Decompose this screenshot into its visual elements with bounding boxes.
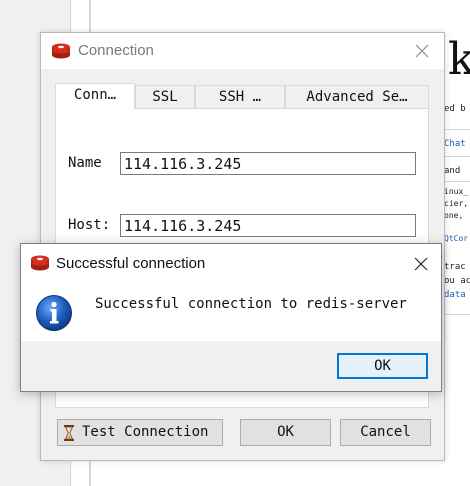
cancel-button[interactable]: Cancel [340, 419, 431, 446]
test-connection-button[interactable]: Test Connection [57, 419, 223, 446]
background-text-line: and [444, 166, 461, 176]
tab-ssl[interactable]: SSL [135, 85, 195, 108]
background-link[interactable]: Chat [444, 139, 466, 150]
message-text: Successful connection to redis-server [95, 296, 407, 312]
tab-connection[interactable]: Conn… [55, 83, 135, 109]
message-titlebar[interactable]: Successful connection [21, 244, 441, 284]
background-text-line: ou ac [444, 276, 470, 286]
message-ok-button[interactable]: OK [337, 353, 428, 379]
tab-ssh[interactable]: SSH … [195, 85, 285, 108]
background-text-line: cier, [444, 199, 469, 208]
background-divider [444, 129, 470, 130]
close-icon[interactable] [409, 252, 433, 276]
background-text-line: trac [444, 262, 466, 272]
success-message-dialog: Successful connection Successful connect… [20, 243, 442, 392]
background-text-line: one, [444, 211, 464, 220]
host-label: Host: [68, 217, 111, 233]
connection-title: Connection [78, 42, 154, 59]
background-link[interactable]: data [444, 290, 466, 301]
redis-icon [52, 43, 70, 59]
close-icon[interactable] [410, 39, 434, 63]
redis-icon [31, 255, 49, 271]
message-title: Successful connection [56, 255, 206, 272]
connection-titlebar[interactable]: Connection [41, 33, 444, 69]
info-icon [36, 295, 72, 331]
background-divider [444, 314, 470, 315]
host-input[interactable] [120, 214, 416, 237]
background-link[interactable]: QtCor [444, 234, 468, 244]
background-divider [444, 156, 470, 157]
name-label: Name [68, 155, 102, 171]
ok-button[interactable]: OK [240, 419, 331, 446]
background-heading: k [448, 34, 470, 85]
tab-advanced-settings[interactable]: Advanced Se… [285, 85, 429, 108]
background-divider [444, 181, 470, 182]
background-text-line: ed b [444, 104, 466, 114]
test-connection-label: Test Connection [82, 424, 209, 440]
background-text-line: inux_ [444, 187, 469, 196]
hourglass-icon [64, 425, 74, 441]
name-input[interactable] [120, 152, 416, 175]
